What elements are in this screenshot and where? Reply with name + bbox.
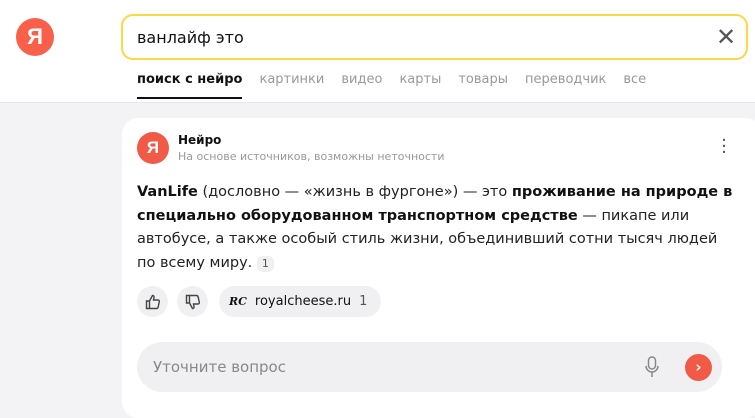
- more-options-icon[interactable]: · · ·: [718, 132, 730, 162]
- search-input[interactable]: [137, 27, 706, 47]
- header: Я ✕ поиск с нейро картинки видео карты т…: [0, 0, 755, 103]
- tab-video[interactable]: видео: [341, 72, 382, 87]
- close-icon[interactable]: ✕: [706, 23, 746, 51]
- followup-box: ›: [137, 342, 722, 392]
- search-tabs: поиск с нейро картинки видео карты товар…: [137, 72, 646, 99]
- source-count: 1: [359, 294, 368, 309]
- followup-input[interactable]: [153, 358, 637, 376]
- yandex-logo[interactable]: Я: [16, 18, 54, 56]
- microphone-icon[interactable]: [637, 356, 667, 378]
- thumbs-up-icon: [145, 294, 160, 309]
- send-button[interactable]: ›: [685, 353, 712, 381]
- tab-images[interactable]: картинки: [259, 72, 324, 87]
- answer-part: (дословно — «жизнь в фургоне») — это: [197, 184, 512, 200]
- source-favicon: RC: [229, 295, 247, 308]
- tab-translator[interactable]: переводчик: [525, 72, 606, 87]
- tab-products[interactable]: товары: [458, 72, 508, 87]
- reference-badge[interactable]: 1: [256, 255, 274, 272]
- neuro-title: Нейро: [178, 133, 222, 147]
- tab-maps[interactable]: карты: [399, 72, 441, 87]
- tab-neuro[interactable]: поиск с нейро: [137, 72, 243, 99]
- neuro-subtitle: На основе источников, возможны неточност…: [178, 150, 445, 163]
- answer-text: VanLife (дословно — «жизнь в фургоне») —…: [137, 181, 737, 275]
- thumbs-down-button[interactable]: [177, 286, 208, 317]
- thumbs-up-button[interactable]: [137, 286, 168, 317]
- source-chip[interactable]: RC royalcheese.ru 1: [219, 286, 382, 317]
- neuro-answer-card: Я Нейро На основе источников, возможны н…: [122, 118, 755, 418]
- source-domain: royalcheese.ru: [254, 294, 352, 309]
- answer-term: VanLife: [137, 184, 198, 200]
- thumbs-down-icon: [185, 294, 200, 309]
- search-box: ✕: [121, 14, 748, 60]
- tab-all[interactable]: все: [623, 72, 646, 87]
- neuro-logo: Я: [137, 132, 169, 164]
